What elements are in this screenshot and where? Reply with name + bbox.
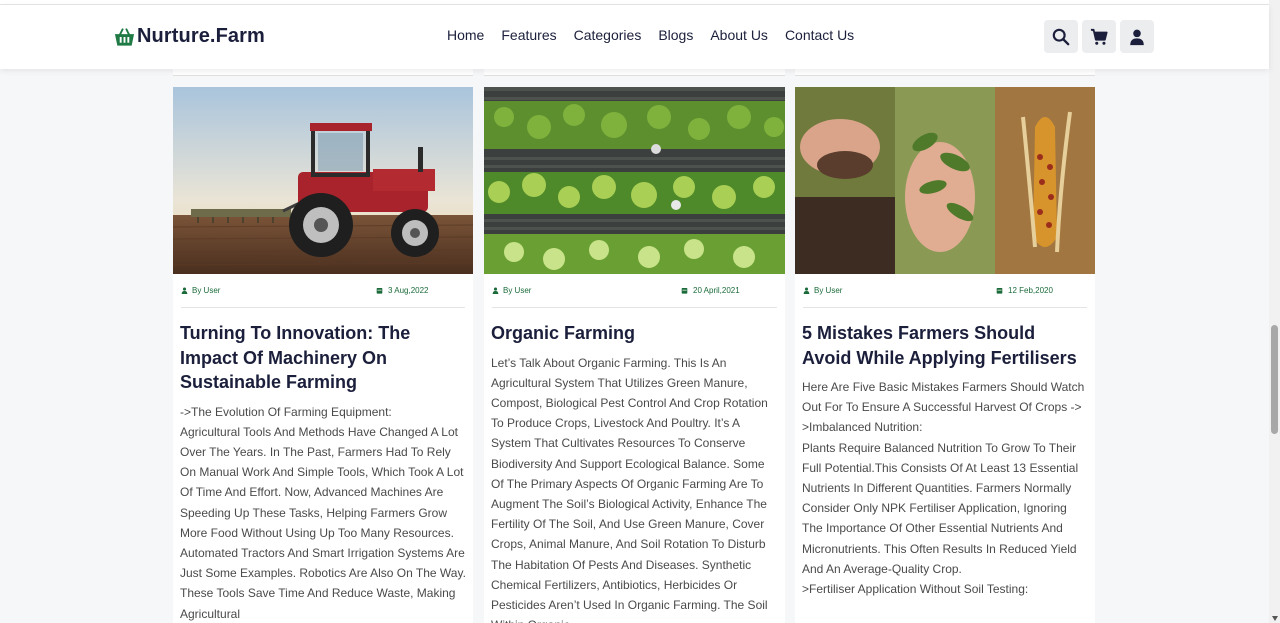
blog-card[interactable]: By User 3 Aug,2022 Turning To Innovation… bbox=[173, 87, 473, 623]
blog-card-image[interactable] bbox=[173, 87, 473, 274]
page-scrollbar[interactable] bbox=[1269, 0, 1280, 623]
author-name: By User bbox=[814, 286, 843, 295]
scrollbar-thumb[interactable] bbox=[1271, 325, 1278, 434]
user-icon bbox=[492, 287, 499, 294]
user-icon bbox=[803, 287, 810, 294]
main-nav: Home Features Categories Blogs About Us … bbox=[447, 27, 871, 43]
blog-card[interactable]: By User 20 April,2021 Organic Farming Le… bbox=[484, 87, 785, 623]
blog-card-meta: By User 20 April,2021 bbox=[492, 274, 777, 308]
post-date: 20 April,2021 bbox=[681, 286, 740, 295]
logo[interactable]: Nurture.Farm bbox=[114, 25, 265, 48]
user-icon bbox=[1130, 29, 1144, 45]
blog-card-image[interactable] bbox=[484, 87, 785, 274]
blog-card-meta: By User 3 Aug,2022 bbox=[181, 274, 465, 308]
scroll-down-icon[interactable] bbox=[1272, 616, 1278, 621]
cart-icon bbox=[1090, 28, 1108, 45]
author-name: By User bbox=[192, 286, 221, 295]
date-text: 12 Feb,2020 bbox=[1008, 286, 1053, 295]
search-icon bbox=[1052, 28, 1070, 45]
nav-blogs[interactable]: Blogs bbox=[658, 27, 693, 43]
nav-about-us[interactable]: About Us bbox=[710, 27, 768, 43]
nav-categories[interactable]: Categories bbox=[574, 27, 642, 43]
previous-card-bottom bbox=[484, 69, 785, 76]
blog-card-excerpt: ->The Evolution Of Farming Equipment: Ag… bbox=[180, 404, 466, 621]
site-header: Nurture.Farm Home Features Categories Bl… bbox=[0, 5, 1269, 69]
logo-text: Nurture.Farm bbox=[137, 25, 265, 47]
author-name: By User bbox=[503, 286, 532, 295]
calendar-icon bbox=[376, 288, 383, 294]
cart-button[interactable] bbox=[1082, 20, 1116, 53]
blog-card-title[interactable]: 5 Mistakes Farmers Should Avoid While Ap… bbox=[802, 321, 1088, 370]
author: By User bbox=[181, 286, 220, 295]
author: By User bbox=[492, 286, 531, 295]
post-date: 12 Feb,2020 bbox=[996, 286, 1053, 295]
blog-card-meta: By User 12 Feb,2020 bbox=[803, 274, 1087, 308]
nav-contact-us[interactable]: Contact Us bbox=[785, 27, 854, 43]
blog-card-excerpt: Let’s Talk About Organic Farming. This I… bbox=[491, 355, 768, 623]
nav-home[interactable]: Home bbox=[447, 27, 484, 43]
blog-card-excerpt: Here Are Five Basic Mistakes Farmers Sho… bbox=[802, 380, 1085, 597]
basket-icon bbox=[114, 26, 135, 48]
user-icon bbox=[181, 287, 188, 294]
author: By User bbox=[803, 286, 842, 295]
search-button[interactable] bbox=[1044, 20, 1078, 53]
calendar-icon bbox=[996, 288, 1003, 294]
blog-card-title[interactable]: Turning To Innovation: The Impact Of Mac… bbox=[180, 321, 466, 395]
nav-features[interactable]: Features bbox=[501, 27, 556, 43]
date-text: 3 Aug,2022 bbox=[388, 286, 429, 295]
blog-card[interactable]: By User 12 Feb,2020 5 Mistakes Farmers S… bbox=[795, 87, 1095, 623]
blog-card-image[interactable] bbox=[795, 87, 1095, 274]
date-text: 20 April,2021 bbox=[693, 286, 740, 295]
previous-card-bottom bbox=[173, 69, 473, 76]
post-date: 3 Aug,2022 bbox=[376, 286, 428, 295]
account-button[interactable] bbox=[1120, 20, 1154, 53]
previous-card-bottom bbox=[795, 69, 1095, 76]
blog-card-title[interactable]: Organic Farming bbox=[491, 321, 778, 346]
calendar-icon bbox=[681, 288, 688, 294]
